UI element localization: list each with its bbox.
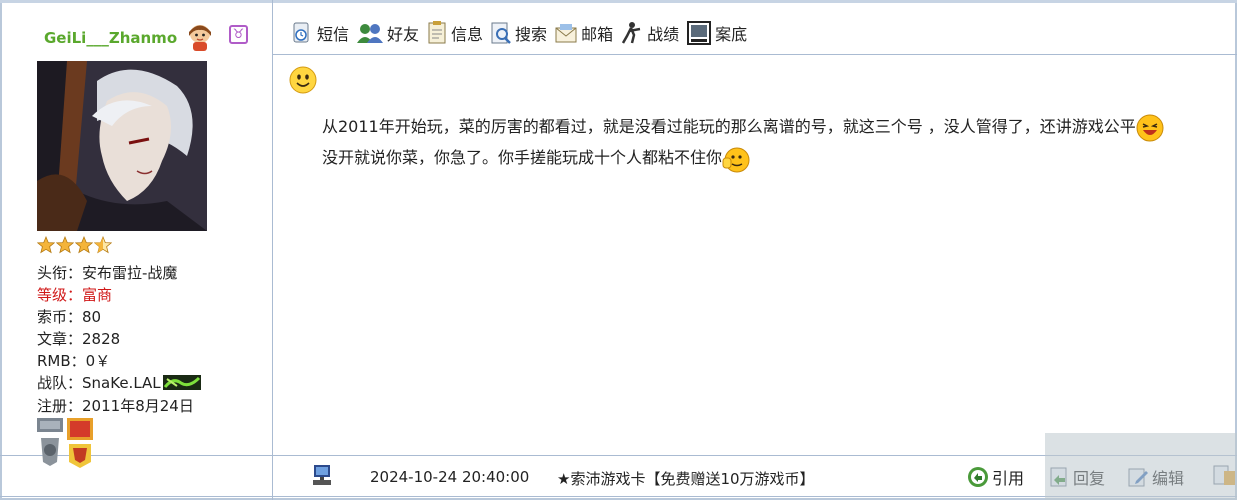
info-icon	[428, 21, 446, 44]
quote-icon	[968, 467, 988, 487]
medal-icons	[37, 418, 93, 468]
computer-icon	[313, 465, 331, 485]
info-button[interactable]: 信息	[426, 21, 483, 45]
team-badge-icon	[162, 375, 201, 390]
zodiac-taurus-icon: ♉	[229, 25, 248, 44]
user-toolbar: 短信 好友 信息 搜索 邮箱 战绩 案底	[290, 18, 754, 48]
column-divider	[272, 0, 273, 500]
post-line-2: 没开就说你菜，你急了。你手搓能玩成十个人都粘不住你	[322, 144, 750, 173]
sms-icon	[293, 22, 309, 43]
post-datetime: 2024-10-24 20:40:00	[370, 468, 530, 486]
profile-registered: 注册：2011年8月24日	[37, 397, 194, 415]
mail-button[interactable]: 邮箱	[554, 21, 613, 45]
profile-rmb: RMB：0￥	[37, 352, 111, 370]
watermark-overlay	[1045, 433, 1237, 500]
rank-stars	[37, 236, 112, 254]
archive-icon	[687, 21, 712, 45]
avatar[interactable]	[37, 61, 207, 231]
post-line-1: 从2011年开始玩，菜的厉害的都看过，就是没看过能玩的那么离谱的号，就这三个号 …	[322, 113, 1164, 142]
quote-button[interactable]: 引用	[967, 465, 1024, 489]
profile-posts: 文章：2828	[37, 330, 121, 348]
toolbar-divider	[273, 54, 1237, 55]
profile-level: 等级：富商	[37, 286, 113, 304]
ad-link[interactable]: ★索沛游戏卡【免费赠送10万游戏币】	[557, 468, 815, 489]
archive-button[interactable]: 案底	[686, 20, 747, 46]
star-icon	[75, 236, 93, 254]
mail-icon	[555, 24, 577, 43]
sms-button[interactable]: 短信	[290, 21, 349, 45]
star-icon	[56, 236, 74, 254]
star-icon	[37, 236, 55, 254]
profile-coins: 索币：80	[37, 308, 102, 326]
friends-icon	[357, 24, 384, 43]
profile-title: 头衔：安布雷拉-战魔	[37, 264, 178, 282]
laughing-emoji-icon	[1136, 114, 1164, 141]
search-icon	[491, 22, 511, 44]
smile-icon	[289, 66, 317, 94]
profile-team: 战队：SnaKe.LAL	[37, 373, 201, 393]
top-border	[0, 0, 1237, 3]
soldier-icon	[621, 22, 641, 44]
username[interactable]: GeiLi___Zhanmo	[44, 29, 177, 47]
record-button[interactable]: 战绩	[620, 21, 679, 45]
search-button[interactable]: 搜索	[490, 21, 547, 45]
friends-button[interactable]: 好友	[356, 21, 419, 45]
gender-avatar-icon	[189, 25, 211, 51]
half-star-icon	[94, 236, 112, 254]
thumbs-up-emoji-icon	[722, 147, 750, 172]
